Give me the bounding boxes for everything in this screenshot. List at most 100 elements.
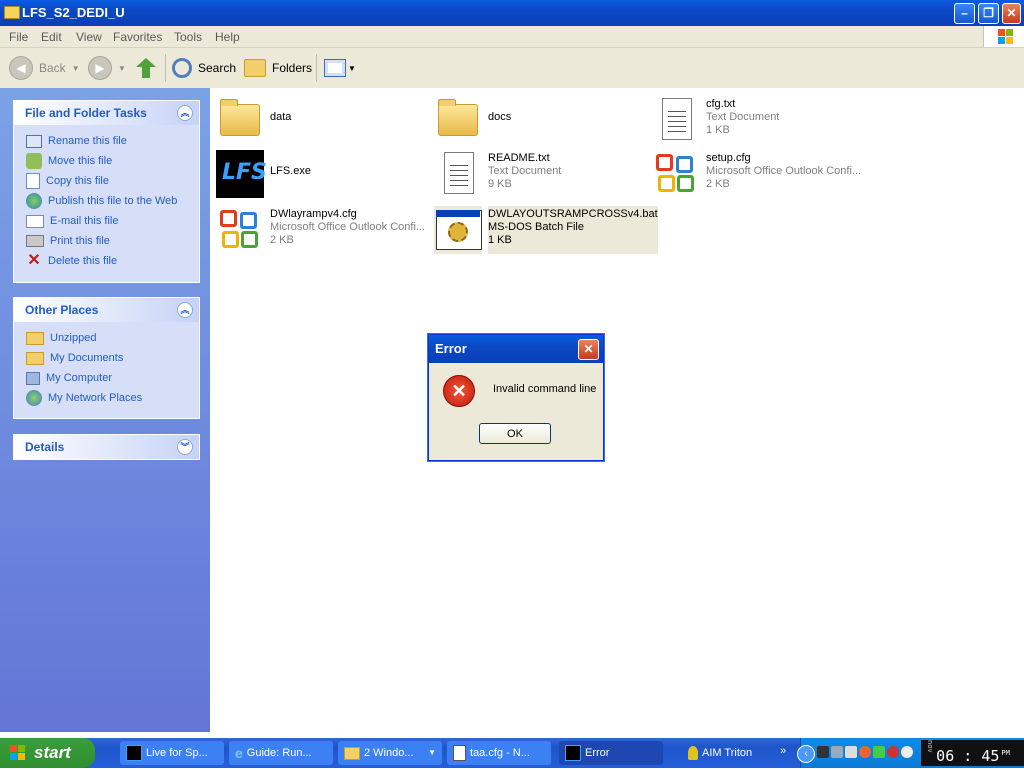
folders-button[interactable]: Folders <box>244 56 312 80</box>
link-label: Unzipped <box>50 332 97 344</box>
start-label: start <box>34 743 71 762</box>
more-chevron-icon[interactable]: » <box>780 745 786 757</box>
menu-favorites[interactable]: Favorites <box>113 30 162 44</box>
link-label: Rename this file <box>48 135 127 147</box>
link-label: Move this file <box>48 155 113 167</box>
rename-file-link[interactable]: Rename this file <box>26 131 199 151</box>
antivirus-icon[interactable] <box>859 746 871 758</box>
task-windows-group[interactable]: 2 Windo... ▼ <box>338 741 442 765</box>
tray-misc-icon[interactable] <box>901 746 913 758</box>
menu-file[interactable]: File <box>9 30 28 44</box>
place-unzipped[interactable]: Unzipped <box>26 328 199 348</box>
file-item-docs[interactable]: docs <box>434 96 644 144</box>
menu-edit[interactable]: Edit <box>41 30 62 44</box>
show-hidden-icons-button[interactable]: ‹ <box>797 745 815 763</box>
panel-header[interactable]: File and Folder Tasks ︽ <box>14 101 199 125</box>
file-folder-tasks-panel: File and Folder Tasks ︽ Rename this file… <box>13 100 200 283</box>
ie-icon: e <box>235 745 243 761</box>
collapse-icon[interactable]: ︽ <box>177 302 193 318</box>
search-button[interactable]: Search <box>172 56 236 80</box>
network-icon[interactable] <box>831 746 843 758</box>
menu-help[interactable]: Help <box>215 30 240 44</box>
link-label: Delete this file <box>48 255 118 267</box>
system-tray: ‹ nov 06 : 45 PM <box>797 738 1024 768</box>
start-button[interactable]: start <box>0 738 95 768</box>
print-file-link[interactable]: Print this file <box>26 231 199 251</box>
chevron-down-icon: ▼ <box>428 748 436 757</box>
notepad-icon <box>662 98 692 140</box>
link-label: My Network Places <box>48 392 143 404</box>
collapse-icon[interactable]: ︽ <box>177 105 193 121</box>
file-item-lfs-exe[interactable]: LFS LFS.exe <box>216 150 426 198</box>
folder-icon <box>344 746 360 760</box>
file-type: Microsoft Office Outlook Confi... <box>706 165 862 177</box>
toolbar: ◀ Back ▼ ▶ ▼ Search Folders ▼ <box>0 48 1024 89</box>
panel-header[interactable]: Details ︾ <box>14 435 199 459</box>
file-name: DWlayrampv4.cfg <box>270 208 357 220</box>
back-button[interactable]: ◀ Back ▼ <box>9 56 80 80</box>
file-size: 1 KB <box>706 124 730 136</box>
menu-tools[interactable]: Tools <box>174 30 202 44</box>
link-label: Print this file <box>50 235 110 247</box>
error-icon: ✕ <box>443 375 475 407</box>
close-button[interactable]: ✕ <box>1002 3 1021 24</box>
other-places-panel: Other Places ︽ Unzipped My Documents My … <box>13 297 200 419</box>
batch-icon <box>434 206 482 254</box>
file-type: Text Document <box>706 111 780 123</box>
volume-icon[interactable] <box>845 746 857 758</box>
place-my-documents[interactable]: My Documents <box>26 348 199 368</box>
dialog-title-bar[interactable]: Error ✕ <box>429 335 603 363</box>
file-item-cfg-txt[interactable]: cfg.txt Text Document 1 KB <box>652 96 862 144</box>
place-my-computer[interactable]: My Computer <box>26 368 199 388</box>
copy-icon <box>26 173 40 189</box>
file-type: Microsoft Office Outlook Confi... <box>270 221 426 233</box>
restore-button[interactable]: ❐ <box>978 3 999 24</box>
tray-alert-icon[interactable] <box>887 746 899 758</box>
panel-header[interactable]: Other Places ︽ <box>14 298 199 322</box>
file-item-data[interactable]: data <box>216 96 426 144</box>
tray-app-icon[interactable] <box>817 746 829 758</box>
lfs-app-icon: LFS <box>216 150 267 198</box>
task-label: taa.cfg - N... <box>470 747 530 759</box>
file-name: cfg.txt <box>706 98 736 110</box>
file-type: Text Document <box>488 165 562 177</box>
task-error[interactable]: Error <box>559 741 663 765</box>
move-file-link[interactable]: Move this file <box>26 151 199 171</box>
title-bar[interactable]: LFS_S2_DEDI_U – ❐ ✕ <box>0 0 1024 26</box>
copy-file-link[interactable]: Copy this file <box>26 171 199 191</box>
folders-icon <box>244 59 266 77</box>
file-item-dwlayrampv4[interactable]: DWlayrampv4.cfg Microsoft Office Outlook… <box>216 206 436 254</box>
quick-aim-triton[interactable]: AIM Triton <box>682 741 778 765</box>
up-folder-button[interactable] <box>136 56 156 80</box>
task-notepad[interactable]: taa.cfg - N... <box>447 741 551 765</box>
file-size: 9 KB <box>488 178 512 190</box>
file-item-readme[interactable]: README.txt Text Document 9 KB <box>434 150 644 198</box>
ok-button[interactable]: OK <box>479 423 551 444</box>
link-label: My Documents <box>50 352 124 364</box>
signal-icon[interactable] <box>873 746 885 758</box>
network-icon <box>26 390 42 406</box>
dialog-close-button[interactable]: ✕ <box>578 339 599 360</box>
file-item-setup-cfg[interactable]: setup.cfg Microsoft Office Outlook Confi… <box>652 150 872 198</box>
email-file-link[interactable]: E-mail this file <box>26 211 199 231</box>
expand-icon[interactable]: ︾ <box>177 439 193 455</box>
task-guide[interactable]: e Guide: Run... <box>229 741 333 765</box>
forward-button[interactable]: ▶ ▼ <box>88 56 126 80</box>
panel-title: Other Places <box>25 303 99 317</box>
printer-icon <box>26 235 44 247</box>
window-title: LFS_S2_DEDI_U <box>22 5 125 20</box>
file-name: setup.cfg <box>706 152 751 164</box>
folder-icon <box>220 99 260 136</box>
place-network[interactable]: My Network Places <box>26 388 199 408</box>
publish-web-link[interactable]: Publish this file to the Web <box>26 191 199 211</box>
views-button[interactable]: ▼ <box>324 56 356 80</box>
file-name: README.txt <box>488 152 550 164</box>
delete-file-link[interactable]: ✕ Delete this file <box>26 251 199 271</box>
file-item-dwlayoutsrampcross-bat[interactable]: DWLAYOUTSRAMPCROSSv4.bat MS-DOS Batch Fi… <box>434 206 658 254</box>
clock[interactable]: nov 06 : 45 PM <box>921 740 1024 766</box>
menu-view[interactable]: View <box>76 30 102 44</box>
panel-title: File and Folder Tasks <box>25 106 147 120</box>
back-arrow-icon: ◀ <box>9 56 33 80</box>
task-live-for-speed[interactable]: Live for Sp... <box>120 741 224 765</box>
minimize-button[interactable]: – <box>954 3 975 24</box>
